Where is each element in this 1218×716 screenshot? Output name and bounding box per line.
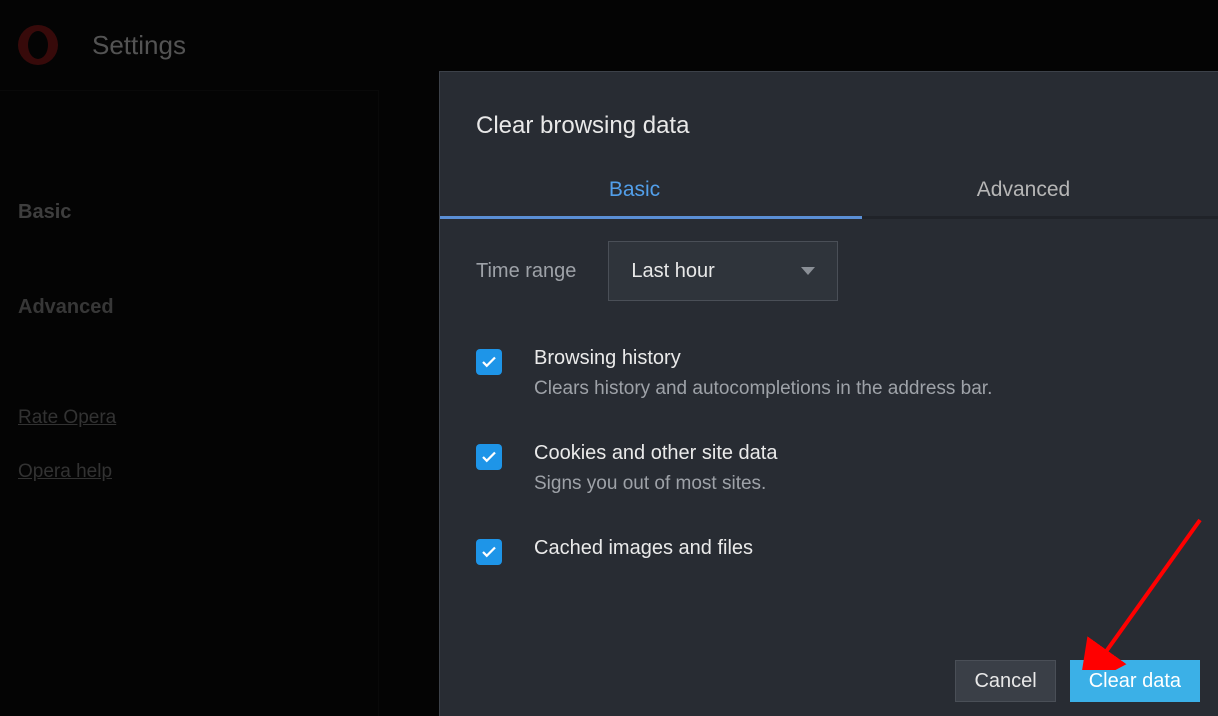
dialog-buttons: Cancel Clear data bbox=[955, 660, 1200, 702]
sidebar-item-basic[interactable]: Basic bbox=[18, 201, 360, 224]
clear-data-button[interactable]: Clear data bbox=[1070, 660, 1200, 702]
option-cached: Cached images and files bbox=[476, 537, 1182, 565]
check-icon bbox=[480, 448, 498, 466]
check-icon bbox=[480, 353, 498, 371]
sidebar-item-advanced[interactable]: Advanced bbox=[18, 296, 360, 319]
cancel-button[interactable]: Cancel bbox=[955, 660, 1055, 702]
page-title: Settings bbox=[92, 30, 186, 61]
option-cookies: Cookies and other site data Signs you ou… bbox=[476, 442, 1182, 495]
option-browsing-history: Browsing history Clears history and auto… bbox=[476, 347, 1182, 400]
option-text: Cached images and files bbox=[534, 537, 753, 560]
clear-options-list: Browsing history Clears history and auto… bbox=[476, 347, 1182, 565]
settings-sidebar: Basic Advanced Rate Opera Opera help bbox=[0, 90, 379, 716]
opera-logo-icon bbox=[18, 25, 58, 65]
checkbox-cached[interactable] bbox=[476, 539, 502, 565]
chevron-down-icon bbox=[801, 267, 815, 275]
app-root: Settings Basic Advanced Rate Opera Opera… bbox=[0, 0, 1218, 716]
option-title: Cookies and other site data bbox=[534, 442, 778, 465]
tab-basic[interactable]: Basic bbox=[440, 178, 829, 216]
option-text: Browsing history Clears history and auto… bbox=[534, 347, 992, 400]
sidebar-links: Rate Opera Opera help bbox=[18, 407, 360, 483]
option-description: Signs you out of most sites. bbox=[534, 473, 778, 495]
option-description: Clears history and autocompletions in th… bbox=[534, 378, 992, 400]
tab-advanced[interactable]: Advanced bbox=[829, 178, 1218, 216]
clear-browsing-data-dialog: Clear browsing data Basic Advanced Time … bbox=[439, 71, 1218, 716]
time-range-value: Last hour bbox=[631, 260, 714, 283]
dialog-title: Clear browsing data bbox=[440, 72, 1218, 140]
active-tab-indicator bbox=[440, 216, 862, 219]
time-range-row: Time range Last hour bbox=[476, 241, 1182, 301]
time-range-label: Time range bbox=[476, 260, 576, 283]
link-rate-opera[interactable]: Rate Opera bbox=[18, 407, 360, 429]
option-title: Cached images and files bbox=[534, 537, 753, 560]
checkbox-cookies[interactable] bbox=[476, 444, 502, 470]
dialog-tabs: Basic Advanced bbox=[440, 178, 1218, 216]
tab-underline bbox=[440, 216, 1218, 219]
checkbox-browsing-history[interactable] bbox=[476, 349, 502, 375]
link-opera-help[interactable]: Opera help bbox=[18, 461, 360, 483]
dialog-content: Time range Last hour Browsing history Cl… bbox=[440, 219, 1218, 565]
time-range-select[interactable]: Last hour bbox=[608, 241, 838, 301]
option-title: Browsing history bbox=[534, 347, 992, 370]
check-icon bbox=[480, 543, 498, 561]
option-text: Cookies and other site data Signs you ou… bbox=[534, 442, 778, 495]
